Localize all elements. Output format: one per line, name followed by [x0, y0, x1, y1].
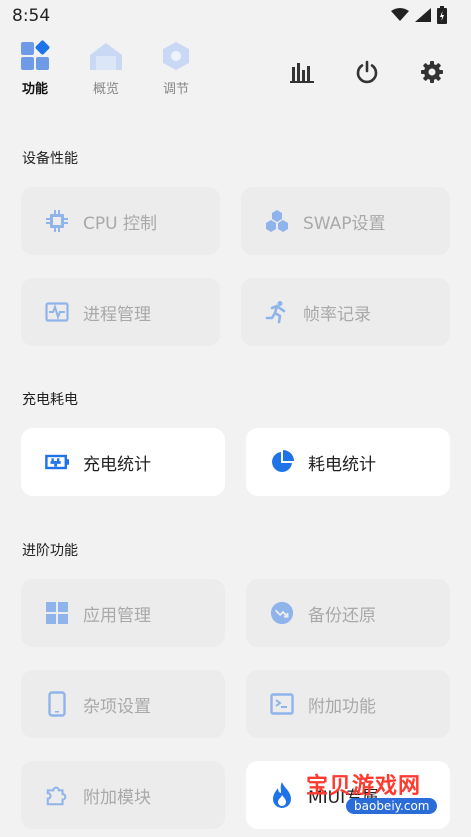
cpu-control-label: CPU 控制 — [83, 213, 157, 234]
battery-icon — [437, 6, 447, 24]
backup-restore-label: 备份还原 — [308, 605, 376, 626]
grid-icon — [45, 601, 69, 625]
status-bar: 8:54 — [0, 0, 471, 32]
gear-icon — [421, 61, 443, 83]
bar-chart-icon — [290, 63, 314, 83]
power-usage-stats-label: 耗电统计 — [308, 454, 376, 475]
tab-overview-label: 概览 — [92, 82, 119, 97]
pie-chart-icon — [270, 450, 294, 474]
puzzle-icon — [45, 783, 69, 807]
phone-icon — [45, 691, 69, 717]
addon-modules-label: 附加模块 — [83, 787, 151, 808]
framerate-record-label: 帧率记录 — [303, 304, 371, 325]
tab-features-label: 功能 — [21, 82, 48, 97]
settings-button[interactable] — [418, 58, 446, 86]
activity-icon — [45, 300, 69, 324]
addon-modules-card[interactable]: 附加模块 — [21, 761, 225, 829]
extra-features-card[interactable]: 附加功能 — [246, 670, 450, 738]
hexagon-dial-icon — [163, 42, 189, 70]
process-manager-label: 进程管理 — [83, 304, 151, 325]
chip-icon — [45, 209, 69, 233]
stats-button[interactable] — [288, 58, 316, 86]
flame-icon — [270, 782, 294, 808]
home-icon — [90, 43, 122, 70]
restore-icon — [270, 601, 294, 625]
running-icon — [265, 300, 289, 324]
power-usage-stats-card[interactable]: 耗电统计 — [246, 428, 450, 496]
extra-features-label: 附加功能 — [308, 696, 376, 717]
section-title-performance: 设备性能 — [22, 151, 78, 167]
process-manager-card[interactable]: 进程管理 — [21, 278, 220, 346]
section-title-charging: 充电耗电 — [22, 392, 78, 408]
tab-tune[interactable]: 调节 — [146, 40, 206, 97]
tab-features[interactable]: 功能 — [5, 40, 65, 97]
charging-stats-card[interactable]: 充电统计 — [21, 428, 225, 496]
section-title-advanced: 进阶功能 — [22, 543, 78, 559]
battery-charging-icon — [45, 450, 69, 474]
watermark: 宝贝游戏网 baobeiy.com — [296, 758, 446, 828]
hexagons-icon — [265, 209, 289, 233]
backup-restore-card[interactable]: 备份还原 — [246, 579, 450, 647]
tab-tune-label: 调节 — [162, 82, 189, 97]
misc-settings-card[interactable]: 杂项设置 — [21, 670, 225, 738]
swap-settings-label: SWAP设置 — [303, 213, 386, 234]
swap-settings-card[interactable]: SWAP设置 — [241, 187, 450, 255]
status-icons — [391, 6, 447, 24]
tab-overview[interactable]: 概览 — [76, 40, 136, 97]
power-button[interactable] — [353, 58, 381, 86]
watermark-text: 宝贝游戏网 — [306, 774, 422, 799]
wifi-icon — [391, 8, 409, 21]
app-manager-card[interactable]: 应用管理 — [21, 579, 225, 647]
charging-stats-label: 充电统计 — [83, 454, 151, 475]
cpu-control-card[interactable]: CPU 控制 — [21, 187, 220, 255]
status-time: 8:54 — [12, 6, 51, 26]
framerate-record-card[interactable]: 帧率记录 — [241, 278, 450, 346]
misc-settings-label: 杂项设置 — [83, 696, 151, 717]
features-icon — [21, 40, 50, 70]
watermark-url: baobeiy.com — [346, 798, 438, 814]
top-navigation: 功能 概览 调节 — [0, 40, 471, 110]
signal-icon — [415, 8, 431, 22]
app-manager-label: 应用管理 — [83, 605, 151, 626]
power-icon — [356, 60, 378, 84]
terminal-icon — [270, 692, 294, 716]
